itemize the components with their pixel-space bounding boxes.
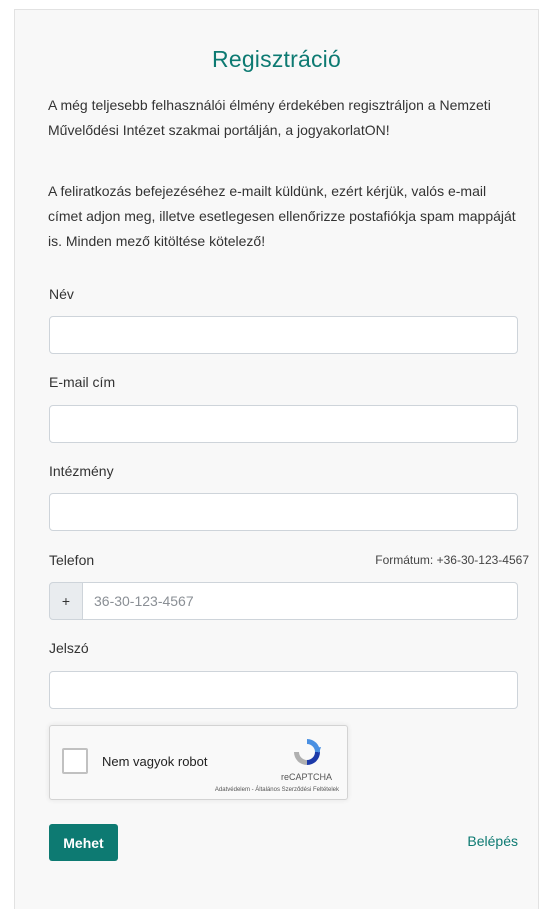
notice-text: A feliratkozás befejezéséhez e-mailt kül…	[48, 183, 516, 249]
page-title: Regisztráció	[212, 46, 341, 72]
phone-input-group: + 36-30-123-4567	[49, 582, 518, 620]
password-label: Jelszó	[49, 640, 89, 656]
institution-label: Intézmény	[49, 463, 114, 479]
recaptcha-terms-links[interactable]: Adatvédelem - Általános Szerződési Felté…	[215, 787, 339, 793]
phone-label: Telefon	[49, 552, 95, 568]
phone-prefix: +	[49, 582, 83, 620]
phone-field[interactable]: 36-30-123-4567	[83, 582, 518, 620]
recaptcha-widget: Nem vagyok robot reCAPTCHA Adatvédelem -…	[49, 725, 348, 800]
recaptcha-logo-icon	[294, 739, 321, 765]
registration-card: Regisztráció A még teljesebb felhasználó…	[14, 9, 539, 909]
captcha-label: Nem vagyok robot	[102, 754, 208, 769]
password-field[interactable]	[49, 671, 518, 709]
submit-button[interactable]: Mehet	[49, 824, 118, 861]
login-link[interactable]: Belépés	[467, 833, 518, 849]
institution-field[interactable]	[49, 493, 518, 531]
name-field[interactable]	[49, 316, 518, 354]
name-label: Név	[49, 286, 74, 302]
email-field[interactable]	[49, 405, 518, 443]
captcha-checkbox[interactable]	[62, 748, 88, 774]
phone-format-hint: Formátum: +36-30-123-4567	[375, 553, 529, 567]
recaptcha-brand: reCAPTCHA	[281, 772, 333, 782]
intro-text: A még teljesebb felhasználói élmény érde…	[48, 97, 491, 138]
email-label: E-mail cím	[49, 374, 116, 390]
